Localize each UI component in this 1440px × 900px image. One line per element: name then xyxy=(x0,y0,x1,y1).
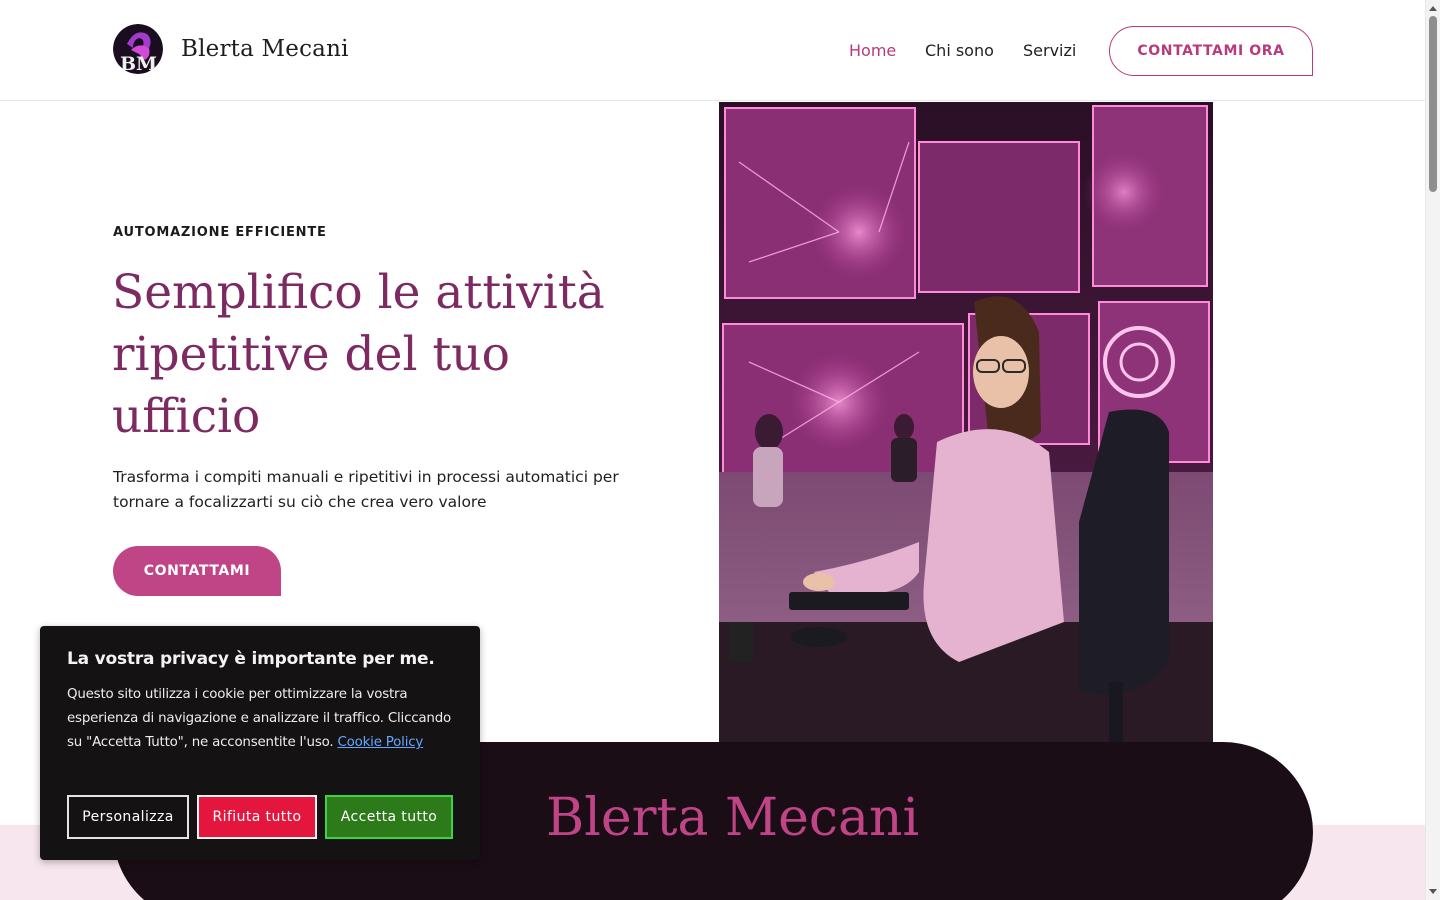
cookie-policy-link[interactable]: Cookie Policy xyxy=(337,735,423,750)
band-title: Blerta Mecani xyxy=(546,788,920,848)
nav-servizi[interactable]: Servizi xyxy=(1023,41,1076,60)
contact-now-button[interactable]: CONTATTAMI ORA xyxy=(1109,26,1313,76)
hero-image xyxy=(719,102,1213,742)
hero-eyebrow: AUTOMAZIONE EFFICIENTE xyxy=(113,225,327,240)
logo-icon[interactable]: BM xyxy=(113,24,163,74)
accept-all-button[interactable]: Accetta tutto xyxy=(325,795,453,839)
scroll-thumb[interactable] xyxy=(1429,16,1437,192)
site-header: BM Blerta Mecani Home Chi sono Servizi C… xyxy=(0,0,1425,101)
cookie-text: Questo sito utilizza i cookie per ottimi… xyxy=(67,683,459,755)
hero-headline: Semplifico le attività ripetitive del tu… xyxy=(112,265,605,444)
contact-button[interactable]: CONTATTAMI xyxy=(113,546,281,596)
hero-lead: Trasforma i compiti manuali e ripetitivi… xyxy=(113,468,619,511)
cookie-banner: La vostra privacy è importante per me. Q… xyxy=(40,626,480,860)
nav-chi-sono[interactable]: Chi sono xyxy=(925,41,994,60)
scrollbar[interactable] xyxy=(1425,0,1440,900)
reject-all-button[interactable]: Rifiuta tutto xyxy=(197,795,317,839)
scroll-up-icon[interactable] xyxy=(1429,6,1437,11)
logo-text: BM xyxy=(120,53,157,74)
customize-button[interactable]: Personalizza xyxy=(67,795,189,839)
scroll-down-icon[interactable] xyxy=(1429,889,1437,894)
nav-home[interactable]: Home xyxy=(849,41,896,60)
brand-name[interactable]: Blerta Mecani xyxy=(181,36,349,62)
cookie-title: La vostra privacy è importante per me. xyxy=(67,649,435,669)
